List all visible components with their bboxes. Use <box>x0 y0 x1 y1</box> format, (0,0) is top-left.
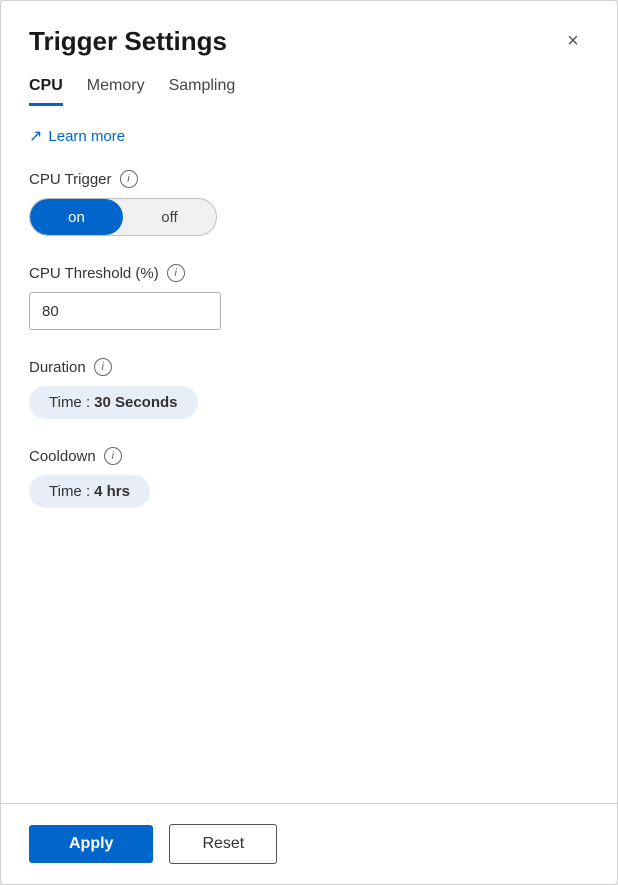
close-icon: × <box>567 30 579 53</box>
reset-button[interactable]: Reset <box>169 824 277 864</box>
cpu-threshold-input[interactable] <box>29 292 221 330</box>
duration-time-value: 30 Seconds <box>94 394 177 411</box>
duration-label: Duration <box>29 359 86 376</box>
duration-info-icon[interactable]: i <box>94 358 112 376</box>
apply-button[interactable]: Apply <box>29 825 153 863</box>
cpu-trigger-label: CPU Trigger <box>29 171 112 188</box>
learn-more-row: ↗ Learn more <box>29 126 589 146</box>
tabs-container: CPU Memory Sampling <box>1 77 617 106</box>
cpu-trigger-toggle[interactable]: on off <box>29 198 217 236</box>
duration-section: Duration i Time : 30 Seconds <box>29 358 589 419</box>
cooldown-label-row: Cooldown i <box>29 447 589 465</box>
dialog-header: Trigger Settings × <box>1 1 617 77</box>
cooldown-time-prefix: Time : <box>49 483 90 500</box>
cpu-threshold-label-row: CPU Threshold (%) i <box>29 264 589 282</box>
dialog-content: ↗ Learn more CPU Trigger i on off CPU Th… <box>1 126 617 803</box>
close-button[interactable]: × <box>557 25 589 57</box>
tab-memory[interactable]: Memory <box>87 77 145 106</box>
cpu-threshold-label: CPU Threshold (%) <box>29 265 159 282</box>
cpu-trigger-info-icon[interactable]: i <box>120 170 138 188</box>
duration-time-pill[interactable]: Time : 30 Seconds <box>29 386 198 419</box>
toggle-on-option[interactable]: on <box>30 199 123 235</box>
dialog-footer: Apply Reset <box>1 803 617 884</box>
duration-label-row: Duration i <box>29 358 589 376</box>
toggle-off-option[interactable]: off <box>123 199 216 235</box>
external-link-icon: ↗ <box>29 126 42 146</box>
cooldown-label: Cooldown <box>29 448 96 465</box>
cooldown-time-pill[interactable]: Time : 4 hrs <box>29 475 150 508</box>
trigger-settings-dialog: Trigger Settings × CPU Memory Sampling ↗… <box>0 0 618 885</box>
dialog-title: Trigger Settings <box>29 26 227 57</box>
cooldown-time-value: 4 hrs <box>94 483 130 500</box>
cooldown-section: Cooldown i Time : 4 hrs <box>29 447 589 508</box>
cooldown-info-icon[interactable]: i <box>104 447 122 465</box>
cpu-trigger-section: CPU Trigger i on off <box>29 170 589 236</box>
cpu-trigger-label-row: CPU Trigger i <box>29 170 589 188</box>
tab-cpu[interactable]: CPU <box>29 77 63 106</box>
learn-more-link[interactable]: Learn more <box>48 128 125 145</box>
tab-sampling[interactable]: Sampling <box>169 77 236 106</box>
duration-time-prefix: Time : <box>49 394 90 411</box>
cpu-threshold-info-icon[interactable]: i <box>167 264 185 282</box>
cpu-threshold-section: CPU Threshold (%) i <box>29 264 589 330</box>
